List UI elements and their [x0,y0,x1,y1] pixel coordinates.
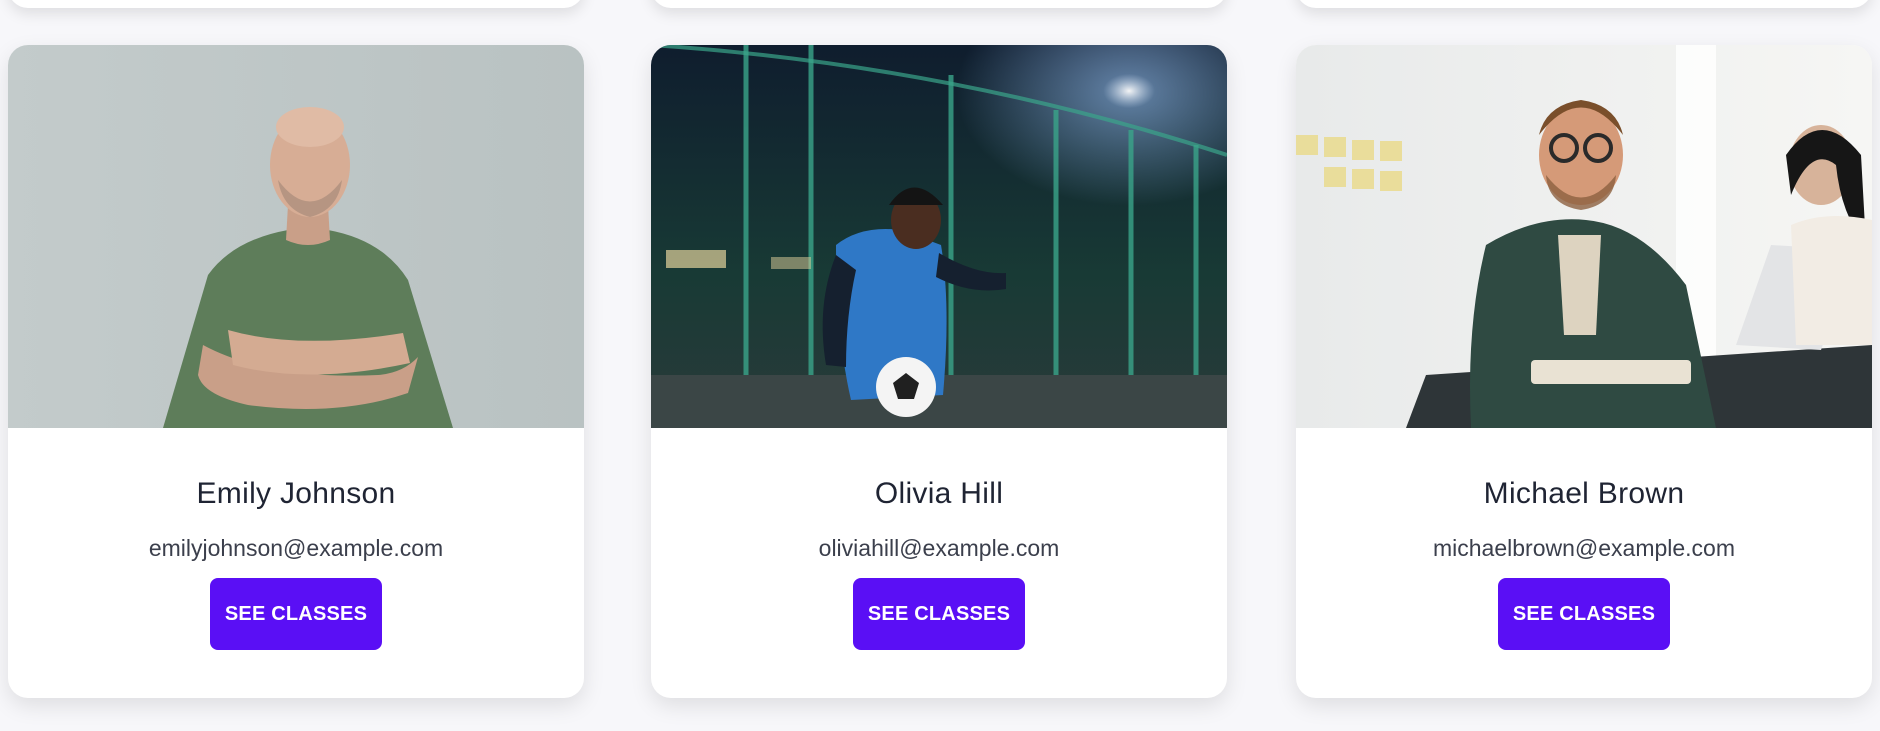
teacher-grid: Emily Johnson emilyjohnson@example.com S… [0,0,1880,731]
teacher-card: Michael Brown michaelbrown@example.com S… [1296,45,1872,698]
teacher-email: oliviahill@example.com [818,535,1060,561]
teacher-name: Emily Johnson [196,477,396,510]
teacher-name: Olivia Hill [874,477,1004,510]
teacher-photo [651,45,1227,428]
teacher-email: michaelbrown@example.com [1432,535,1736,561]
teacher-email: emilyjohnson@example.com [148,535,444,561]
previous-row-card [1296,0,1872,8]
see-classes-button[interactable]: SEE CLASSES [1498,578,1670,650]
teacher-card: Emily Johnson emilyjohnson@example.com S… [8,45,584,698]
previous-row-card [8,0,584,8]
teacher-photo [8,45,584,428]
see-classes-button[interactable]: SEE CLASSES [210,578,382,650]
teacher-card: Olivia Hill oliviahill@example.com SEE C… [651,45,1227,698]
teacher-name: Michael Brown [1483,477,1685,510]
teacher-photo [1296,45,1872,428]
previous-row-card [651,0,1227,8]
see-classes-button[interactable]: SEE CLASSES [853,578,1025,650]
